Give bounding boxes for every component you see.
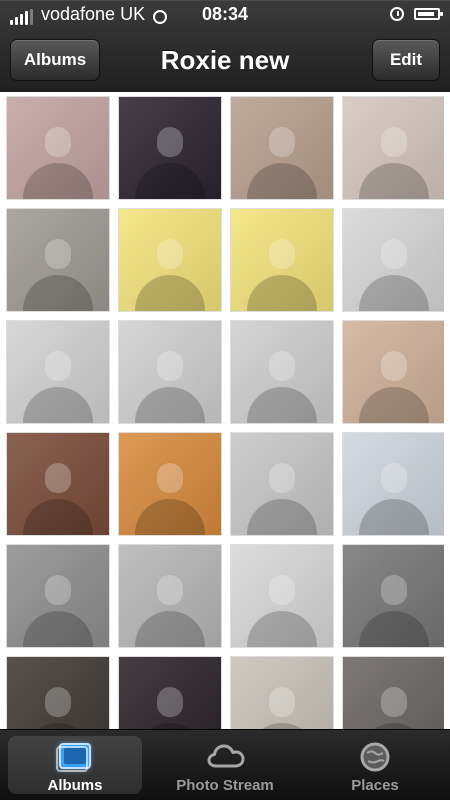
photo-subject-head bbox=[45, 574, 71, 605]
globe-icon bbox=[360, 742, 390, 772]
photo-subject-head bbox=[381, 238, 407, 269]
photo-thumbnail[interactable] bbox=[118, 656, 222, 730]
status-time: 08:34 bbox=[201, 4, 249, 24]
photo-subject-body bbox=[135, 499, 205, 535]
photo-subject-head bbox=[381, 574, 407, 605]
photo-grid bbox=[6, 96, 444, 730]
photo-subject-body bbox=[247, 275, 317, 311]
photo-subject-body bbox=[23, 611, 93, 647]
photo-subject-head bbox=[269, 350, 295, 381]
photo-thumbnail[interactable] bbox=[118, 432, 222, 536]
tab-places-label: Places bbox=[351, 777, 399, 794]
status-right bbox=[390, 0, 443, 21]
tab-photo-stream-label: Photo Stream bbox=[176, 777, 274, 794]
photo-subject-head bbox=[157, 350, 183, 381]
photo-subject-head bbox=[45, 238, 71, 269]
photo-thumbnail[interactable] bbox=[342, 208, 444, 312]
top-chrome: vodafone UK 08:34 Albums Roxie new Edit bbox=[0, 0, 450, 92]
photo-subject-body bbox=[135, 611, 205, 647]
photo-thumbnail[interactable] bbox=[230, 656, 334, 730]
photo-thumbnail[interactable] bbox=[230, 544, 334, 648]
photo-subject-body bbox=[23, 275, 93, 311]
photo-thumbnail[interactable] bbox=[6, 320, 110, 424]
photo-subject-body bbox=[23, 499, 93, 535]
photo-subject-head bbox=[157, 462, 183, 493]
tab-albums-label: Albums bbox=[47, 777, 103, 794]
photo-thumbnail[interactable] bbox=[230, 96, 334, 200]
photo-subject-body bbox=[247, 163, 317, 199]
photo-subject-head bbox=[269, 686, 295, 717]
status-bar: vodafone UK 08:34 bbox=[0, 0, 450, 28]
photo-thumbnail[interactable] bbox=[230, 320, 334, 424]
photo-subject-body bbox=[359, 387, 429, 423]
photo-subject-head bbox=[269, 574, 295, 605]
photo-thumbnail[interactable] bbox=[118, 208, 222, 312]
tab-bar: Albums Photo Stream Places bbox=[0, 729, 450, 800]
alarm-clock-icon bbox=[390, 7, 404, 21]
photo-thumbnail[interactable] bbox=[6, 544, 110, 648]
photo-thumbnail[interactable] bbox=[342, 320, 444, 424]
photo-thumbnail[interactable] bbox=[6, 432, 110, 536]
photo-thumbnail[interactable] bbox=[6, 208, 110, 312]
photo-subject-head bbox=[45, 686, 71, 717]
photo-subject-head bbox=[157, 686, 183, 717]
photo-thumbnail[interactable] bbox=[118, 96, 222, 200]
albums-icon bbox=[56, 743, 91, 772]
photo-subject-body bbox=[359, 163, 429, 199]
photo-thumbnail[interactable] bbox=[6, 96, 110, 200]
cloud-icon bbox=[207, 744, 245, 768]
photo-subject-head bbox=[381, 350, 407, 381]
tab-albums[interactable]: Albums bbox=[0, 730, 150, 800]
photo-grid-cells bbox=[6, 96, 444, 730]
photo-subject-head bbox=[157, 126, 183, 157]
photo-thumbnail[interactable] bbox=[6, 656, 110, 730]
photo-thumbnail[interactable] bbox=[230, 208, 334, 312]
photo-subject-body bbox=[359, 275, 429, 311]
photo-thumbnail[interactable] bbox=[230, 432, 334, 536]
photo-subject-head bbox=[381, 126, 407, 157]
navigation-bar: Albums Roxie new Edit bbox=[0, 28, 450, 92]
photo-subject-body bbox=[247, 499, 317, 535]
photo-subject-head bbox=[381, 686, 407, 717]
photo-subject-body bbox=[247, 611, 317, 647]
photo-subject-body bbox=[359, 499, 429, 535]
photo-subject-head bbox=[157, 238, 183, 269]
photo-subject-body bbox=[135, 275, 205, 311]
photo-subject-body bbox=[135, 163, 205, 199]
photo-subject-head bbox=[157, 574, 183, 605]
photo-subject-head bbox=[45, 462, 71, 493]
photo-subject-body bbox=[23, 163, 93, 199]
battery-icon bbox=[414, 8, 443, 20]
photo-thumbnail[interactable] bbox=[118, 320, 222, 424]
photo-subject-body bbox=[23, 387, 93, 423]
photo-subject-body bbox=[247, 387, 317, 423]
photo-subject-head bbox=[45, 126, 71, 157]
photo-subject-body bbox=[359, 611, 429, 647]
photo-subject-head bbox=[269, 126, 295, 157]
photo-thumbnail[interactable] bbox=[342, 96, 444, 200]
photo-thumbnail[interactable] bbox=[118, 544, 222, 648]
photo-subject-head bbox=[45, 350, 71, 381]
photo-thumbnail[interactable] bbox=[342, 656, 444, 730]
photo-subject-head bbox=[269, 238, 295, 269]
albums-back-button[interactable]: Albums bbox=[10, 39, 100, 81]
photo-thumbnail[interactable] bbox=[342, 544, 444, 648]
tab-places[interactable]: Places bbox=[300, 730, 450, 800]
photo-subject-body bbox=[135, 387, 205, 423]
photo-subject-head bbox=[269, 462, 295, 493]
edit-button[interactable]: Edit bbox=[372, 39, 440, 81]
tab-photo-stream[interactable]: Photo Stream bbox=[150, 730, 300, 800]
photo-subject-head bbox=[381, 462, 407, 493]
photo-thumbnail[interactable] bbox=[342, 432, 444, 536]
